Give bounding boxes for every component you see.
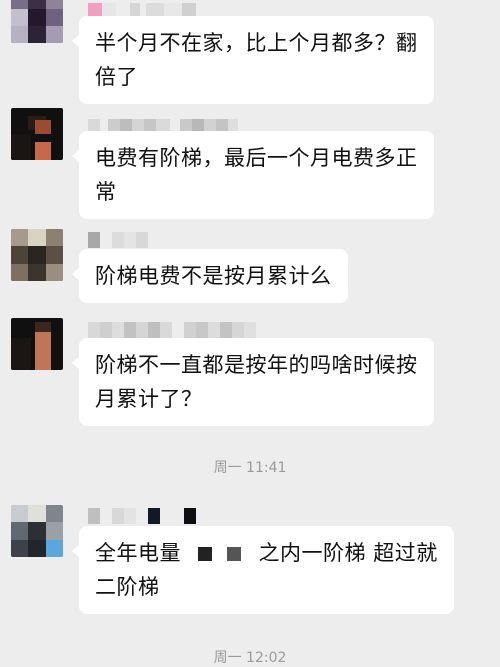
sender-name-redacted xyxy=(88,508,196,524)
message-text-line: 倍了 xyxy=(95,65,138,89)
message-text-line: 月累计了？ xyxy=(95,387,203,411)
message-text-line: 半个月不在家，比上个月都多？翻 xyxy=(95,31,418,55)
message-text-line: 阶梯不一直都是按年的吗啥时候按 xyxy=(95,353,418,377)
message-bubble[interactable]: 阶梯电费不是按月累计么 xyxy=(72,249,348,303)
redacted-block xyxy=(227,547,242,561)
contact-avatar[interactable] xyxy=(11,229,63,281)
sender-name-redacted xyxy=(88,232,148,248)
contact-avatar[interactable] xyxy=(11,318,63,370)
timestamp-divider: 周一 11:41 xyxy=(213,460,287,476)
contact-avatar[interactable] xyxy=(11,0,63,43)
message-bubble[interactable]: 阶梯不一直都是按年的吗啥时候按 月累计了？ xyxy=(72,338,434,426)
message-text-line: 电费有阶梯，最后一个月电费多正 xyxy=(95,146,418,170)
contact-avatar[interactable] xyxy=(11,505,63,557)
sender-name-redacted xyxy=(88,322,256,338)
message-text-fragment: 全年电量 xyxy=(95,541,181,565)
message-text-line: 二阶梯 xyxy=(95,575,160,599)
message-text-line: 阶梯电费不是按月累计么 xyxy=(95,264,332,288)
contact-avatar[interactable] xyxy=(11,108,63,160)
chat-window: 半个月不在家，比上个月都多？翻 倍了 电费有阶梯，最后一个月电费多正 常 阶梯电… xyxy=(0,0,500,667)
message-text-fragment: 之内一阶梯 超过就 xyxy=(258,541,438,565)
timestamp-divider: 周一 12:02 xyxy=(213,650,287,666)
message-text-line: 常 xyxy=(95,180,117,204)
message-bubble[interactable]: 全年电量 之内一阶梯 超过就 二阶梯 xyxy=(72,526,454,614)
message-text-line: 全年电量 之内一阶梯 超过就 xyxy=(95,536,438,570)
redacted-block xyxy=(198,547,213,561)
message-bubble[interactable]: 电费有阶梯，最后一个月电费多正 常 xyxy=(72,131,434,219)
message-bubble[interactable]: 半个月不在家，比上个月都多？翻 倍了 xyxy=(72,16,434,104)
